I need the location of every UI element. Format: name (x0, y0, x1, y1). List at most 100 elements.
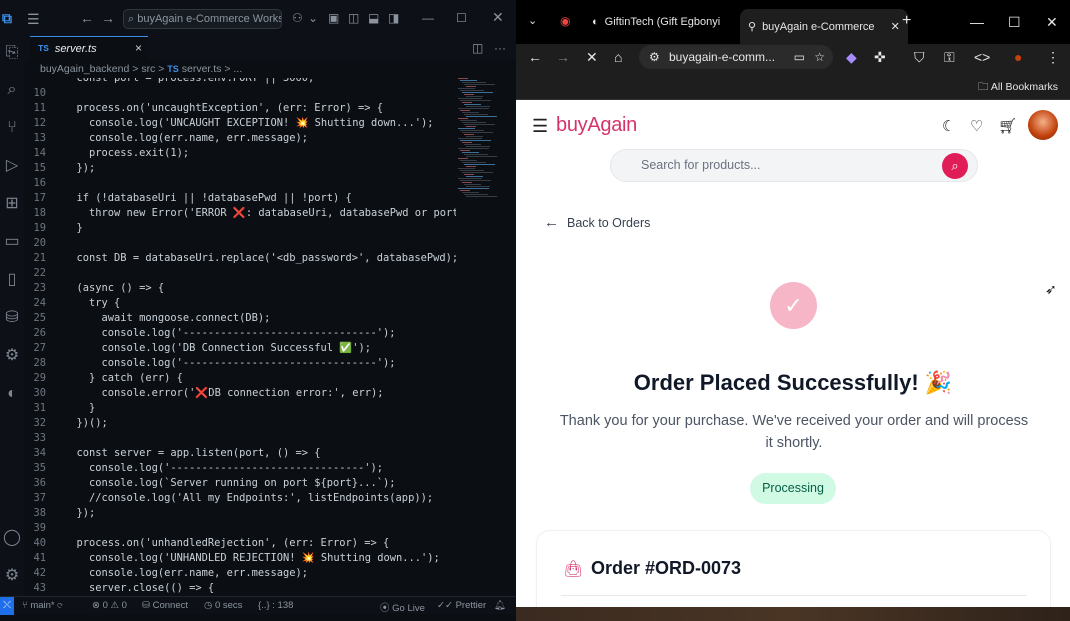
minimap[interactable] (456, 78, 516, 596)
run-debug-icon[interactable]: ▷ (0, 154, 24, 178)
code-line[interactable]: 33 (24, 431, 456, 446)
code-line[interactable]: 12 console.log('UNCAUGHT EXCEPTION! 💥 Sh… (24, 116, 456, 131)
device-icon[interactable]: ▯ (0, 268, 24, 292)
live-share-icon[interactable]: ◐ (0, 382, 24, 406)
back-to-orders-link[interactable]: ← Back to Orders (544, 214, 650, 231)
code-line[interactable]: 30 console.error('❌DB connection error:'… (24, 386, 456, 401)
code-line[interactable]: 26 console.log('------------------------… (24, 326, 456, 341)
code-line[interactable]: 36 console.log(`Server running on port $… (24, 476, 456, 491)
remote-indicator-icon[interactable]: ⤬ (0, 597, 14, 615)
toggle-secondary-sidebar-icon[interactable]: ◨ (388, 11, 399, 25)
split-editor-icon[interactable]: ◫ (472, 41, 483, 55)
code-line[interactable]: 22 (24, 266, 456, 281)
forward-icon[interactable]: → (556, 49, 570, 65)
devtools-icon[interactable]: <> (974, 49, 990, 65)
explorer-icon[interactable]: ⎘ (0, 41, 24, 65)
cart-icon[interactable]: 🛒︎ (998, 117, 1017, 135)
incognito-icon[interactable]: ⛉ (914, 49, 925, 66)
code-line[interactable]: 41 console.log('UNHANDLED REJECTION! 💥 S… (24, 551, 456, 566)
bookmark-star-icon[interactable]: ☆ (814, 45, 825, 69)
code-line[interactable]: 17 if (!databaseUri || !databasePwd || !… (24, 191, 456, 206)
code-line[interactable]: 29 } catch (err) { (24, 371, 456, 386)
tab-server-ts[interactable]: TS server.ts × (30, 36, 148, 60)
search-input[interactable]: Search for products... ⌕ (610, 149, 978, 182)
code-line[interactable]: 28 console.log('------------------------… (24, 356, 456, 371)
nav-back-icon[interactable]: ← (80, 10, 94, 26)
address-bar[interactable]: ⚙ buyagain-e-comm... ▭ ☆ (639, 45, 833, 69)
account-icon[interactable]: ◯ (0, 526, 24, 550)
layout-editor-icon[interactable]: ▣ (328, 11, 339, 25)
card-icon[interactable]: ▭ (794, 45, 805, 69)
docker-icon[interactable]: ⚙ (0, 344, 24, 368)
extension-icon[interactable]: ◆ (846, 49, 857, 66)
extensions-icon[interactable]: ⊞ (0, 192, 24, 216)
tab-search-chevron-icon[interactable]: ⌄ (528, 14, 537, 27)
notifications-bell-icon[interactable]: 🔔︎ (494, 600, 506, 611)
tab-buyagain[interactable]: ⚲ buyAgain e-Commerce ✕ (740, 9, 908, 44)
code-line[interactable]: 40 process.on('unhandledRejection', (err… (24, 536, 456, 551)
code-line[interactable]: 25 await mongoose.connect(DB); (24, 311, 456, 326)
timer-indicator[interactable]: ◷ 0 secs (204, 600, 242, 611)
code-line[interactable]: 11 process.on('uncaughtException', (err:… (24, 101, 456, 116)
breadcrumb-folder[interactable]: src (141, 63, 155, 75)
chevron-down-icon[interactable]: ⌄ (308, 11, 318, 25)
source-control-icon[interactable]: ⑂ (0, 116, 24, 140)
close-tab-icon[interactable]: × (135, 41, 142, 55)
hamburger-menu-icon[interactable]: ☰ (27, 11, 40, 28)
theme-toggle-moon-icon[interactable]: ☾ (942, 117, 955, 135)
code-line[interactable]: 16 (24, 176, 456, 191)
code-editor[interactable]: const port = process.env.PORT || 3000; 10… (24, 78, 456, 596)
branch-indicator[interactable]: ⑂ main* ⟳ (22, 600, 63, 611)
database-icon[interactable]: ⛁ (0, 306, 24, 330)
breadcrumb-folder[interactable]: buyAgain_backend (40, 63, 129, 75)
all-bookmarks-button[interactable]: 🗀︎ All Bookmarks (978, 79, 1058, 97)
new-tab-button[interactable]: + (902, 12, 911, 30)
code-line[interactable]: 20 (24, 236, 456, 251)
code-line[interactable]: const port = process.env.PORT || 3000; (24, 78, 456, 86)
prettier-button[interactable]: ✓✓ Prettier (437, 600, 486, 611)
wishlist-heart-icon[interactable]: ♡ (970, 117, 983, 135)
stop-loading-icon[interactable]: ✕ (586, 49, 598, 66)
code-line[interactable]: 35 console.log('------------------------… (24, 461, 456, 476)
code-line[interactable]: 13 console.log(err.name, err.message); (24, 131, 456, 146)
command-center-search[interactable]: ⌕ buyAgain e-Commerce Workspac (123, 9, 282, 29)
password-key-icon[interactable]: ⚿ (944, 49, 955, 66)
profile-avatar[interactable]: ● (1014, 49, 1022, 65)
more-actions-icon[interactable]: ··· (494, 41, 506, 55)
code-line[interactable]: 38 }); (24, 506, 456, 521)
copilot-icon[interactable]: ⚇ (292, 11, 303, 25)
code-line[interactable]: 39 (24, 521, 456, 536)
code-line[interactable]: 10 (24, 86, 456, 101)
breadcrumb-symbol[interactable]: ... (233, 63, 242, 75)
code-line[interactable]: 18 throw new Error('ERROR ❌: databaseUri… (24, 206, 456, 221)
settings-gear-icon[interactable]: ⚙ (0, 564, 24, 588)
extensions-puzzle-icon[interactable]: ✜ (874, 49, 886, 66)
avatar[interactable] (1028, 110, 1058, 140)
code-line[interactable]: 24 try { (24, 296, 456, 311)
close-tab-icon[interactable]: ✕ (891, 20, 900, 33)
brand-logo[interactable]: buyAgain (556, 114, 637, 137)
tab-github[interactable]: ◐ GiftinTech (Gift Egbonyi (592, 9, 720, 35)
hamburger-menu-icon[interactable]: ☰ (532, 116, 548, 137)
nav-forward-icon[interactable]: → (101, 10, 115, 26)
code-line[interactable]: 42 console.log(err.name, err.message); (24, 566, 456, 581)
search-button[interactable]: ⌕ (942, 153, 968, 179)
toggle-sidebar-icon[interactable]: ◫ (348, 11, 359, 25)
maximize-icon[interactable]: ☐ (456, 11, 467, 25)
recording-icon[interactable]: ◉ (560, 14, 570, 28)
code-line[interactable]: 23 (async () => { (24, 281, 456, 296)
back-icon[interactable]: ← (528, 49, 542, 65)
code-line[interactable]: 31 } (24, 401, 456, 416)
browser-menu-icon[interactable]: ⋮ (1046, 49, 1060, 66)
code-line[interactable]: 21 const DB = databaseUri.replace('<db_p… (24, 251, 456, 266)
minimize-icon[interactable]: — (970, 14, 984, 30)
code-line[interactable]: 43 server.close(() => { (24, 581, 456, 596)
remote-explorer-icon[interactable]: ▭ (0, 230, 24, 254)
code-line[interactable]: 34 const server = app.listen(port, () =>… (24, 446, 456, 461)
problems-indicator[interactable]: ⊗ 0 ⚠ 0 (92, 600, 127, 611)
code-line[interactable]: 14 process.exit(1); (24, 146, 456, 161)
code-line[interactable]: 19 } (24, 221, 456, 236)
close-window-icon[interactable]: ✕ (492, 9, 504, 26)
minimize-icon[interactable]: — (422, 11, 434, 25)
maximize-icon[interactable]: ☐ (1008, 14, 1021, 31)
